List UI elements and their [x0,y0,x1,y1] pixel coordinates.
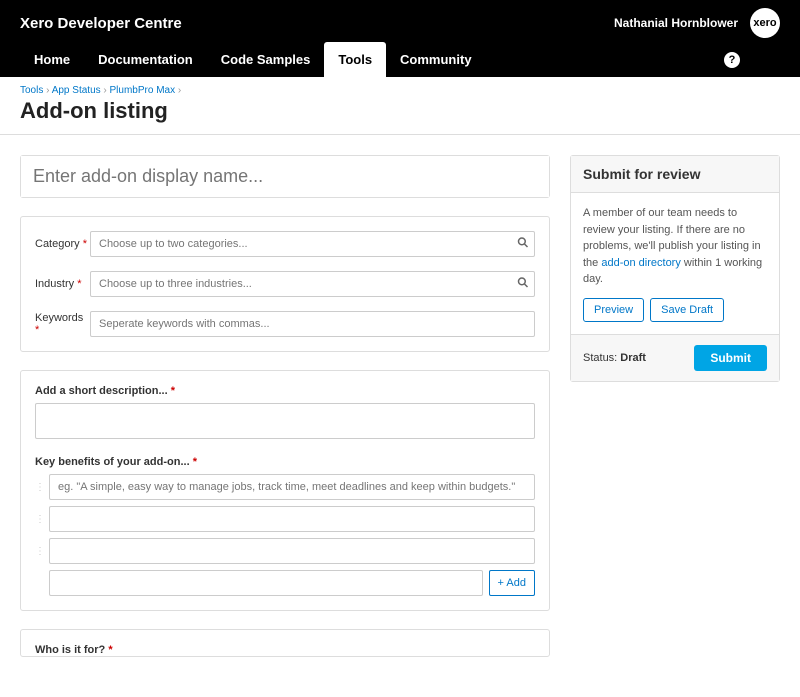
keywords-input[interactable] [90,311,535,337]
search-icon[interactable] [517,237,529,252]
help-icon[interactable]: ? [724,52,740,68]
breadcrumb-tools[interactable]: Tools [20,85,43,96]
site-title: Xero Developer Centre [20,15,182,32]
search-icon[interactable] [517,277,529,292]
who-label: Who is it for? * [21,644,549,656]
add-benefit-button[interactable]: + Add [489,570,535,596]
nav-documentation[interactable]: Documentation [84,42,207,77]
drag-handle-icon[interactable]: ⋮⋮ [35,482,45,493]
xero-logo[interactable]: xero [750,8,780,38]
submit-panel: Submit for review A member of our team n… [570,155,780,382]
category-input[interactable] [90,231,535,257]
addon-name-input[interactable] [21,156,549,197]
status-text: Status: Draft [583,352,646,364]
submit-heading: Submit for review [571,156,779,193]
submit-body: A member of our team needs to review you… [571,193,779,334]
header-bar: Xero Developer Centre Nathanial Hornblow… [0,0,800,77]
nav-tools[interactable]: Tools [324,42,386,77]
username[interactable]: Nathanial Hornblower [614,16,738,30]
nav-home[interactable]: Home [20,42,84,77]
keywords-label: Keywords * [35,312,90,336]
benefits-label: Key benefits of your add-on... * [35,456,535,468]
benefit-row: ⋮⋮ [35,474,535,500]
drag-handle-icon[interactable]: ⋮⋮ [35,546,45,557]
nav-code-samples[interactable]: Code Samples [207,42,325,77]
drag-handle-icon[interactable]: ⋮⋮ [35,514,45,525]
industry-input[interactable] [90,271,535,297]
category-label: Category * [35,238,90,250]
industry-label: Industry * [35,278,90,290]
submit-button[interactable]: Submit [694,345,767,371]
benefit-input[interactable] [49,538,535,564]
addon-directory-link[interactable]: add-on directory [601,257,681,269]
sub-header: Tools › App Status › PlumbPro Max › Add-… [0,77,800,135]
breadcrumb-app-status[interactable]: App Status [52,85,101,96]
name-panel [20,155,550,198]
breadcrumb: Tools › App Status › PlumbPro Max › [20,85,780,96]
benefit-input-new[interactable] [49,570,483,596]
page-title: Add-on listing [20,98,780,124]
benefit-input[interactable] [49,474,535,500]
nav-community[interactable]: Community [386,42,486,77]
benefit-row: ⋮⋮ [35,506,535,532]
preview-button[interactable]: Preview [583,298,644,322]
breadcrumb-plumbpro[interactable]: PlumbPro Max [110,85,176,96]
primary-nav: Home Documentation Code Samples Tools Co… [20,42,486,77]
taxonomy-panel: Category * Industry * Keywor [20,216,550,352]
short-desc-textarea[interactable] [35,403,535,439]
benefit-input[interactable] [49,506,535,532]
description-panel: Add a short description... * Key benefit… [20,370,550,611]
audience-panel: Who is it for? * [20,629,550,657]
short-desc-label: Add a short description... * [35,385,535,397]
benefit-row: ⋮⋮ [35,538,535,564]
save-draft-button[interactable]: Save Draft [650,298,724,322]
